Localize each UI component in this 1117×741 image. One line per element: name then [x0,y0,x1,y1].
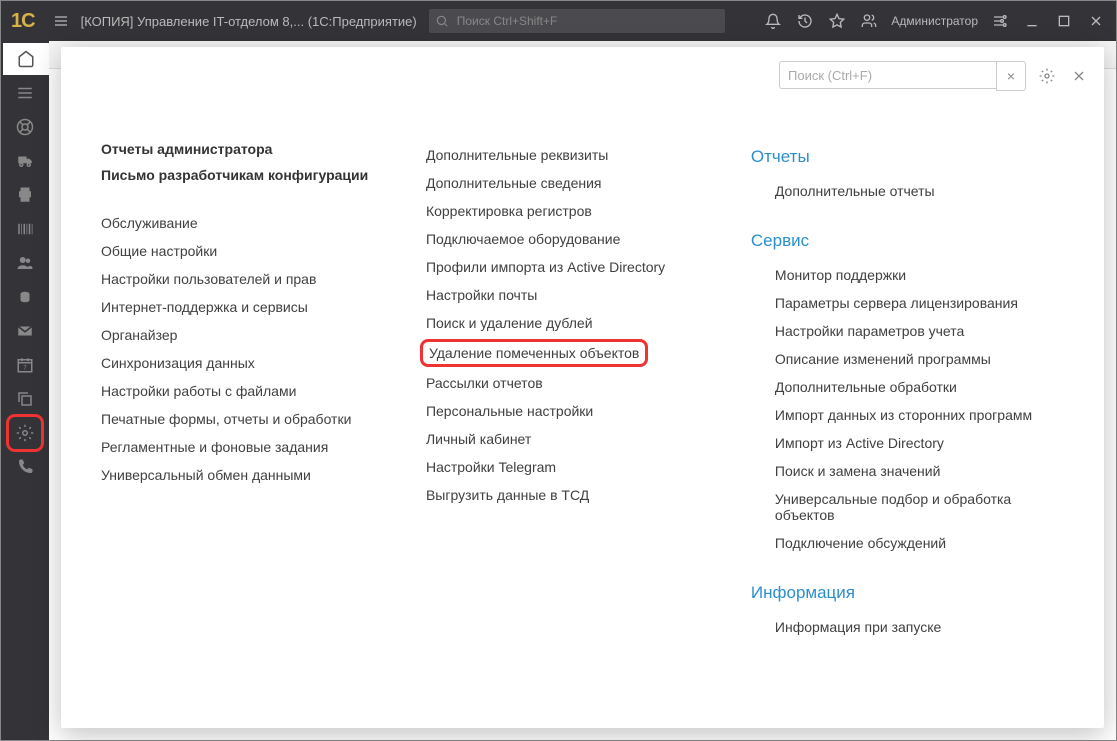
section-information: Информация [751,577,1074,613]
sidebar-money[interactable] [9,281,41,313]
close-icon[interactable] [1082,7,1110,35]
link-telegram[interactable]: Настройки Telegram [426,453,707,481]
sidebar-calendar[interactable]: 7 [9,349,41,381]
user-icon[interactable] [855,7,883,35]
link-equipment[interactable]: Подключаемое оборудование [426,225,707,253]
svg-text:7: 7 [23,366,27,372]
history-icon[interactable] [791,7,819,35]
link-support-monitor[interactable]: Монитор поддержки [775,261,1074,289]
sidebar-truck[interactable] [9,145,41,177]
link-additional-processing[interactable]: Дополнительные обработки [775,373,1074,401]
link-dev-letter[interactable]: Письмо разработчикам конфигурации [101,167,382,183]
link-mail-settings[interactable]: Настройки почты [426,281,707,309]
settings-lines-icon[interactable] [986,7,1014,35]
link-extra-info[interactable]: Дополнительные сведения [426,169,707,197]
section-service: Сервис [751,225,1074,261]
link-user-rights[interactable]: Настройки пользователей и прав [101,265,382,293]
link-organizer[interactable]: Органайзер [101,321,382,349]
link-personal-settings[interactable]: Персональные настройки [426,397,707,425]
col-1: Отчеты администратора Письмо разработчик… [101,141,382,708]
link-admin-reports[interactable]: Отчеты администратора [101,141,382,157]
app-logo: 1C [1,10,47,33]
link-discussions[interactable]: Подключение обсуждений [775,529,1074,557]
link-external-import[interactable]: Импорт данных из сторонних программ [775,401,1074,429]
link-additional-reports[interactable]: Дополнительные отчеты [775,177,1074,205]
link-universal-exchange[interactable]: Универсальный обмен данными [101,461,382,489]
link-universal-select[interactable]: Универсальные подбор и обработка объекто… [775,485,1074,529]
sidebar-lifebuoy[interactable] [9,111,41,143]
maximize-icon[interactable] [1050,7,1078,35]
link-maintenance[interactable]: Обслуживание [101,209,382,237]
link-file-settings[interactable]: Настройки работы с файлами [101,377,382,405]
sidebar-print[interactable] [9,179,41,211]
link-find-duplicates[interactable]: Поиск и удаление дублей [426,309,707,337]
sidebar-barcode[interactable] [9,213,41,245]
sidebar: 7 [1,41,49,740]
search-icon [435,14,449,28]
hamburger-icon[interactable] [47,7,75,35]
panel-search-clear[interactable]: × [996,61,1026,91]
link-export-tsd[interactable]: Выгрузить данные в ТСД [426,481,707,509]
link-delete-marked[interactable]: Удаление помеченных объектов [420,339,648,367]
link-startup-info[interactable]: Информация при запуске [775,613,1074,641]
gear-icon[interactable] [1036,65,1058,87]
star-icon[interactable] [823,7,851,35]
link-ad-import[interactable]: Импорт из Active Directory [775,429,1074,457]
sidebar-users[interactable] [9,247,41,279]
global-search-input[interactable] [455,13,725,29]
functions-panel: × Отчеты администратора Письмо разработч… [61,47,1104,728]
link-scheduled-jobs[interactable]: Регламентные и фоновые задания [101,433,382,461]
link-license-params[interactable]: Параметры сервера лицензирования [775,289,1074,317]
col-3: Отчеты Дополнительные отчеты Сервис Мони… [751,141,1074,708]
link-personal-account[interactable]: Личный кабинет [426,425,707,453]
sidebar-phone[interactable] [9,451,41,483]
sidebar-settings[interactable] [9,417,41,449]
section-reports: Отчеты [751,141,1074,177]
sidebar-home[interactable] [3,43,49,75]
link-accounting-params[interactable]: Настройки параметров учета [775,317,1074,345]
titlebar: 1C [КОПИЯ] Управление IT-отделом 8,... (… [1,1,1116,41]
link-general-settings[interactable]: Общие настройки [101,237,382,265]
sidebar-menu[interactable] [9,77,41,109]
link-data-sync[interactable]: Синхронизация данных [101,349,382,377]
window-title: [КОПИЯ] Управление IT-отделом 8,... (1С:… [75,14,423,29]
user-label[interactable]: Администратор [887,14,982,28]
link-register-corr[interactable]: Корректировка регистров [426,197,707,225]
link-ad-import-profiles[interactable]: Профили импорта из Active Directory [426,253,707,281]
minimize-icon[interactable] [1018,7,1046,35]
link-extra-attrs[interactable]: Дополнительные реквизиты [426,141,707,169]
link-changelog[interactable]: Описание изменений программы [775,345,1074,373]
bell-icon[interactable] [759,7,787,35]
panel-close-icon[interactable] [1068,65,1090,87]
col-2: Дополнительные реквизиты Дополнительные … [426,141,707,708]
link-find-replace[interactable]: Поиск и замена значений [775,457,1074,485]
sidebar-mail[interactable] [9,315,41,347]
link-report-mailing[interactable]: Рассылки отчетов [426,369,707,397]
link-print-forms[interactable]: Печатные формы, отчеты и обработки [101,405,382,433]
sidebar-copy[interactable] [9,383,41,415]
global-search[interactable] [429,9,725,33]
panel-search-input[interactable] [779,61,997,89]
link-internet-support[interactable]: Интернет-поддержка и сервисы [101,293,382,321]
